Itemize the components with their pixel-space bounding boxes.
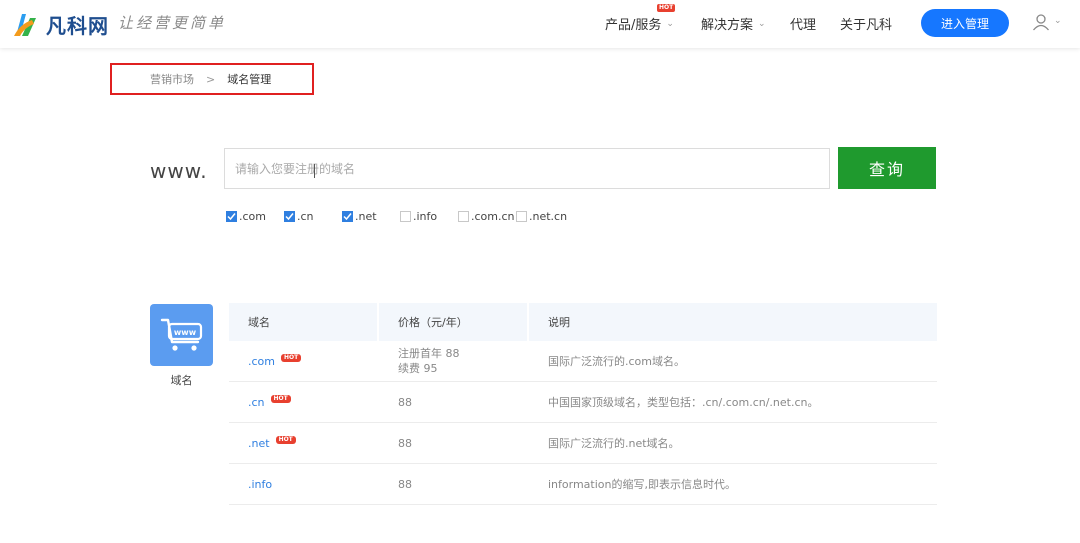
price-cell: 88: [398, 436, 412, 450]
chevron-down-icon[interactable]: ⌄: [1054, 16, 1062, 26]
checkbox-checked-icon[interactable]: [342, 211, 353, 222]
top-header: 凡科网 让经营更简单 产品/服务 HOT ⌄ 解决方案 ⌄ 代理 关于凡科 进入…: [0, 0, 1080, 48]
checkbox-icon[interactable]: [400, 211, 411, 222]
table-header: 域名 价格（元/年） 说明: [229, 303, 937, 341]
nav-products-label: 产品/服务: [605, 18, 662, 33]
domain-link[interactable]: .com: [248, 355, 275, 368]
enter-management-button[interactable]: 进入管理: [921, 9, 1009, 37]
breadcrumb-current: 域名管理: [227, 73, 272, 86]
domain-link[interactable]: .info: [248, 478, 272, 491]
domain-link[interactable]: .net: [248, 437, 270, 450]
nav-agent[interactable]: 代理: [790, 14, 816, 33]
svg-text:www: www: [173, 328, 196, 337]
price-cell: 88: [398, 477, 412, 491]
breadcrumb-marketing[interactable]: 营销市场: [150, 71, 194, 87]
nav-about-label: 关于凡科: [840, 18, 893, 33]
tld-option-cn[interactable]: .cn: [284, 210, 314, 223]
logo[interactable]: 凡科网: [12, 8, 109, 40]
domain-cell: .com HOT: [229, 341, 379, 381]
tld-option-com[interactable]: .com: [226, 210, 266, 223]
checkbox-icon[interactable]: [458, 211, 469, 222]
domain-cell: .net HOT: [229, 423, 379, 463]
domain-price-table: 域名 价格（元/年） 说明 .com HOT 注册首年 88 续费 95 国际广…: [229, 303, 937, 505]
domain-cell: .cn HOT: [229, 382, 379, 422]
text-cursor-icon: [314, 164, 315, 178]
table-row: .info 88 information的缩写,即表示信息时代。: [229, 464, 937, 505]
desc-cell: information的缩写,即表示信息时代。: [548, 478, 736, 491]
logo-name: 凡科网: [46, 13, 109, 38]
domain-cell: .info: [229, 464, 379, 504]
nav-about[interactable]: 关于凡科: [840, 14, 892, 33]
tld-option-label: .com.cn: [471, 210, 515, 223]
nav-hot-badge: HOT: [657, 4, 676, 12]
tld-option-label: .net.cn: [529, 210, 568, 223]
desc-cell: 国际广泛流行的.net域名。: [548, 437, 680, 450]
slogan: 让经营更简单: [118, 14, 227, 32]
www-prefix: www.: [150, 159, 208, 183]
price-renewal: 续费 95: [398, 362, 438, 375]
table-row: .cn HOT 88 中国国家顶级域名，类型包括：.cn/.com.cn/.ne…: [229, 382, 937, 423]
checkbox-icon[interactable]: [516, 211, 527, 222]
www-cart-icon: www: [150, 304, 213, 366]
tld-option-net-cn[interactable]: .net.cn: [516, 210, 567, 223]
column-header-price: 价格（元/年）: [379, 303, 529, 341]
domain-link[interactable]: .cn: [248, 396, 265, 409]
tld-option-label: .com: [239, 210, 266, 223]
tld-option-label: .net: [355, 210, 377, 223]
tld-option-com-cn[interactable]: .com.cn: [458, 210, 515, 223]
hot-badge: HOT: [270, 395, 291, 403]
nav-products[interactable]: 产品/服务 HOT ⌄: [605, 4, 676, 33]
search-button[interactable]: 查询: [838, 147, 936, 189]
logo-mark-icon: [12, 10, 42, 38]
category-label: 域名: [170, 374, 193, 387]
column-header-desc: 说明: [548, 316, 570, 329]
tld-option-label: .cn: [297, 210, 314, 223]
hot-badge: HOT: [275, 436, 296, 444]
chevron-down-icon: ⌄: [758, 18, 766, 29]
desc-cell: 国际广泛流行的.com域名。: [548, 355, 685, 368]
price-cell: 88: [398, 395, 412, 409]
checkbox-checked-icon[interactable]: [284, 211, 295, 222]
desc-cell: 中国国家顶级域名，类型包括：.cn/.com.cn/.net.cn。: [548, 396, 819, 409]
price-cell: 注册首年 88 续费 95: [379, 341, 529, 381]
chevron-down-icon: ⌄: [666, 18, 674, 29]
tld-option-info[interactable]: .info: [400, 210, 437, 223]
table-row: .net HOT 88 国际广泛流行的.net域名。: [229, 423, 937, 464]
column-header-domain: 域名: [229, 303, 379, 341]
breadcrumb: 营销市场 > 域名管理: [110, 63, 314, 95]
tld-option-net[interactable]: .net: [342, 210, 377, 223]
hot-badge: HOT: [281, 354, 302, 362]
nav-solutions-label: 解决方案: [701, 18, 754, 33]
price-first-year: 注册首年 88: [398, 347, 460, 360]
tld-option-label: .info: [413, 210, 438, 223]
table-row: .com HOT 注册首年 88 续费 95 国际广泛流行的.com域名。: [229, 341, 937, 382]
nav-solutions[interactable]: 解决方案 ⌄: [701, 14, 766, 33]
user-icon[interactable]: [1032, 13, 1050, 35]
checkbox-checked-icon[interactable]: [226, 211, 237, 222]
breadcrumb-separator: >: [206, 72, 216, 86]
nav-agent-label: 代理: [790, 18, 817, 33]
